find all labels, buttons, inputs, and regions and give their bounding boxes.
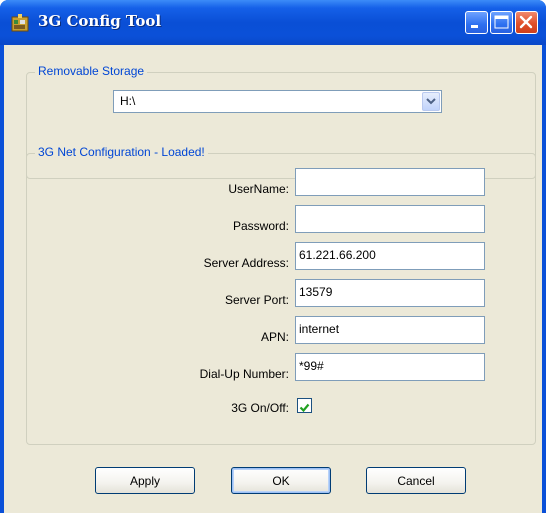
3g-toggle-checkbox[interactable] [297, 398, 312, 413]
server-port-label: Server Port: [224, 293, 289, 307]
ok-button[interactable]: OK [231, 467, 331, 494]
cancel-button-label: Cancel [397, 474, 435, 488]
net-config-legend: 3G Net Configuration - Loaded! [35, 145, 208, 159]
cancel-button[interactable]: Cancel [366, 467, 466, 494]
window-title: 3G Config Tool [38, 12, 162, 30]
apply-button-label: Apply [129, 474, 161, 488]
ok-button-label: OK [272, 474, 290, 488]
dialup-number-label: Dial-Up Number: [199, 367, 289, 381]
username-field[interactable] [295, 168, 485, 196]
storage-drive-value: H:\ [120, 94, 136, 108]
apn-field[interactable]: internet [295, 316, 485, 344]
server-port-value: 13579 [299, 285, 333, 299]
chevron-down-icon [426, 98, 436, 105]
server-address-value: 61.221.66.200 [299, 248, 376, 262]
maximize-icon [494, 15, 509, 29]
minimize-icon [471, 25, 478, 28]
minimize-button[interactable] [465, 11, 488, 34]
server-address-label: Server Address: [203, 256, 289, 270]
server-port-field[interactable]: 13579 [295, 279, 485, 307]
removable-storage-legend: Removable Storage [35, 64, 148, 78]
username-label: UserName: [228, 182, 289, 196]
apn-label: APN: [260, 330, 289, 344]
3g-toggle-label: 3G On/Off: [231, 401, 289, 415]
apn-value: internet [299, 322, 340, 336]
title-bar[interactable]: 3G Config Tool [0, 0, 546, 45]
storage-drive-select[interactable]: H:\ [113, 90, 442, 113]
dialup-number-field[interactable]: *99# [295, 353, 485, 381]
server-address-field[interactable]: 61.221.66.200 [295, 242, 485, 270]
close-button[interactable] [515, 11, 538, 34]
dialup-number-value: *99# [299, 359, 324, 373]
app-icon [11, 14, 29, 32]
dialog-client-area: Removable Storage H:\ 3G Net Configurati… [4, 45, 542, 513]
dropdown-button[interactable] [422, 92, 440, 111]
apply-button[interactable]: Apply [95, 467, 195, 494]
password-field[interactable] [295, 205, 485, 233]
app-window: 3G Config Tool Removable Storage H:\ 3G … [0, 0, 546, 513]
maximize-button[interactable] [490, 11, 513, 34]
close-icon [519, 15, 533, 29]
password-label: Password: [232, 219, 289, 233]
checkmark-icon [299, 403, 310, 413]
